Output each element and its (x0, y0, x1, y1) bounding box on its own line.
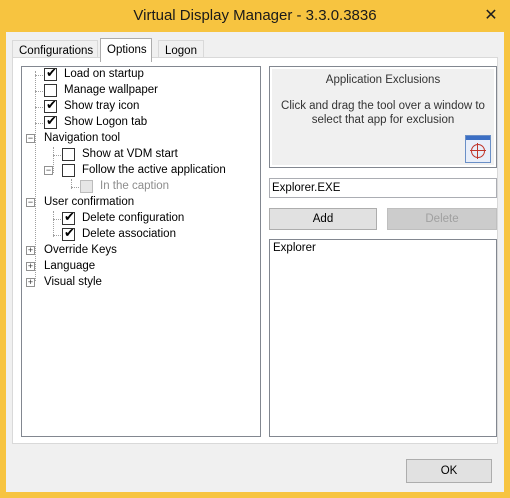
tree-item-label: Show at VDM start (82, 148, 178, 160)
collapse-icon[interactable]: − (26, 198, 35, 207)
check-icon: ✔ (46, 97, 57, 112)
tree-connector (35, 107, 43, 108)
expand-icon[interactable]: + (26, 278, 35, 287)
add-button[interactable]: Add (269, 208, 377, 230)
collapse-icon[interactable]: − (44, 166, 53, 175)
checkbox[interactable]: ✔ (44, 66, 57, 81)
collapse-icon[interactable]: − (26, 134, 35, 143)
options-panel: ✔ Load on startup Manage wallpaper ✔ Sho… (12, 57, 498, 444)
crosshair-target-icon[interactable] (465, 135, 491, 163)
tab-options[interactable]: Options (100, 38, 152, 62)
check-icon: ✔ (46, 113, 57, 128)
exclusions-description: Click and drag the tool over a window to… (281, 100, 485, 126)
tree-item-label: Follow the active application (82, 164, 226, 176)
tree-connector (53, 155, 61, 156)
options-tree[interactable]: ✔ Load on startup Manage wallpaper ✔ Sho… (21, 66, 261, 437)
tree-connector (35, 71, 36, 281)
tree-item-label: Navigation tool (44, 132, 121, 144)
tree-connector (71, 187, 79, 188)
tool-window-bar (466, 136, 490, 140)
exclusions-title: Application Exclusions (325, 74, 441, 86)
tree-item-label: Delete association (82, 228, 176, 240)
exclusions-tool-area: Application Exclusions Click and drag th… (272, 69, 494, 165)
exclusion-exe-field[interactable]: Explorer.EXE (269, 178, 497, 198)
check-icon: ✔ (64, 209, 75, 224)
tree-item-label: Delete configuration (82, 212, 185, 224)
tree-connector (35, 91, 43, 92)
expand-icon[interactable]: + (26, 246, 35, 255)
delete-button: Delete (387, 208, 497, 230)
check-icon: ✔ (64, 225, 75, 240)
tree-item-label: Language (44, 260, 96, 272)
exclusions-list[interactable]: Explorer (269, 239, 497, 437)
checkbox-disabled (80, 180, 93, 193)
checkbox[interactable] (62, 164, 75, 177)
tree-item-label: User confirmation (44, 196, 135, 208)
target-crosshair (470, 150, 486, 151)
checkbox[interactable]: ✔ (44, 97, 57, 113)
target-crosshair (477, 143, 478, 159)
tree-item-label: Override Keys (44, 244, 117, 256)
tree-connector (35, 123, 43, 124)
list-item[interactable]: Explorer (273, 242, 316, 254)
tree-item-label: Show tray icon (64, 100, 140, 112)
check-icon: ✔ (46, 66, 57, 80)
window-title: Virtual Display Manager - 3.3.0.3836 (133, 7, 377, 24)
tree-connector (53, 211, 54, 237)
expand-icon[interactable]: + (26, 262, 35, 271)
tree-item-label: Visual style (44, 276, 102, 288)
checkbox[interactable]: ✔ (62, 225, 75, 241)
tree-connector (35, 75, 43, 76)
app-window: Virtual Display Manager - 3.3.0.3836 ✕ C… (0, 0, 510, 498)
checkbox[interactable] (62, 148, 75, 161)
tree-connector (53, 235, 61, 236)
checkbox[interactable]: ✔ (62, 209, 75, 225)
close-icon[interactable]: ✕ (480, 6, 502, 26)
tree-item-label: In the caption (100, 180, 170, 192)
tree-item-label: Load on startup (64, 68, 144, 80)
checkbox[interactable] (44, 84, 57, 97)
tree-item-label: Show Logon tab (64, 116, 148, 128)
tree-item-label: Manage wallpaper (64, 84, 158, 96)
ok-button[interactable]: OK (406, 459, 492, 483)
target-circle (471, 144, 485, 158)
tree-connector (53, 219, 61, 220)
exclusions-tool-box: Application Exclusions Click and drag th… (269, 66, 497, 168)
checkbox[interactable]: ✔ (44, 113, 57, 129)
tree-connector (53, 147, 54, 173)
dialog-client: Configurations Options Logon ✔ Load on s… (6, 32, 504, 492)
title-bar[interactable]: Virtual Display Manager - 3.3.0.3836 ✕ (0, 0, 510, 32)
